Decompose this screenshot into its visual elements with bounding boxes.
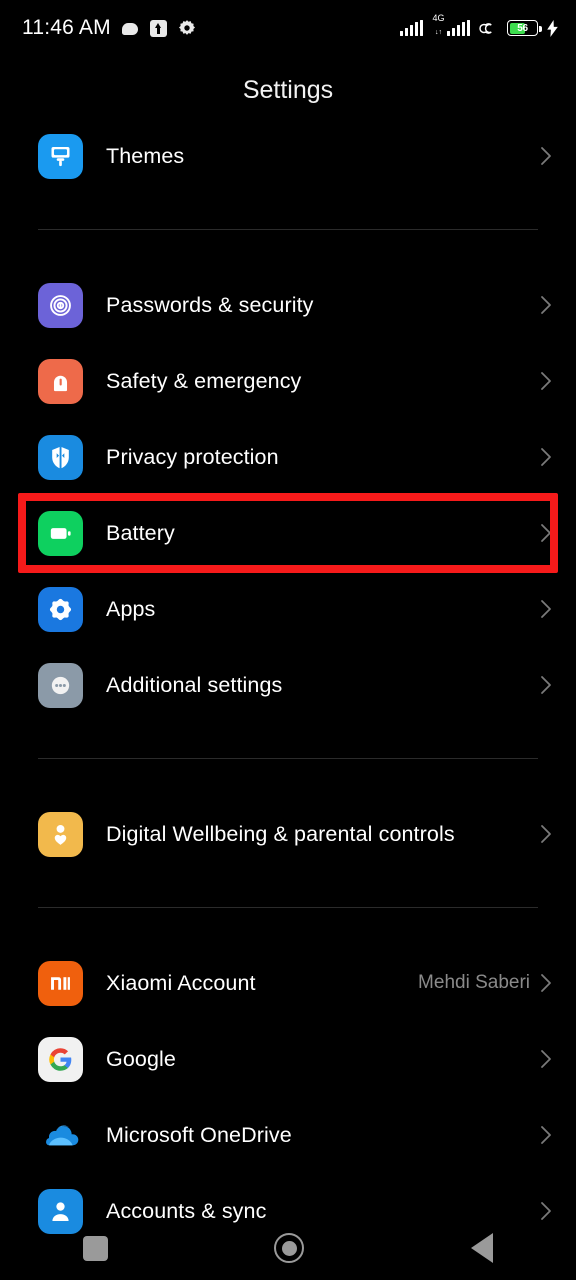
chevron-right-icon — [540, 1049, 552, 1069]
ellipsis-icon — [38, 662, 83, 708]
group-gap-top — [0, 194, 576, 229]
settings-list: Themes Passwords & security Safety & emerg… — [0, 118, 576, 1249]
signal-bars-icon — [399, 20, 424, 36]
settings-row-privacy-protection[interactable]: Privacy protection — [0, 419, 576, 495]
chevron-right-icon — [540, 973, 552, 993]
group-gap-bottom — [0, 908, 576, 945]
settings-row-label: Additional settings — [106, 672, 283, 697]
settings-row-passwords-security[interactable]: Passwords & security — [0, 267, 576, 343]
siren-icon — [38, 358, 83, 404]
group-gap-bottom — [0, 230, 576, 267]
network-type-label: 4G — [432, 13, 445, 23]
page-title: Settings — [242, 76, 334, 104]
status-bar: 11:46 AM 4G ↓↑ 56 — [0, 0, 576, 56]
upload-icon — [149, 19, 167, 37]
home-circle-icon[interactable] — [274, 1233, 305, 1263]
battery-percent-label: 56 — [517, 22, 528, 34]
settings-row-label: Passwords & security — [106, 292, 314, 317]
chevron-right-icon — [540, 146, 552, 166]
settings-row-microsoft-onedrive[interactable]: Microsoft OneDrive — [0, 1097, 576, 1173]
settings-row-label: Microsoft OneDrive — [106, 1122, 292, 1147]
settings-row-label: Safety & emergency — [106, 368, 302, 393]
network-arrows-label: ↓↑ — [434, 29, 442, 36]
cloud-blob-icon — [121, 21, 139, 36]
settings-row-apps[interactable]: Apps — [0, 571, 576, 647]
gear-icon — [178, 19, 196, 37]
settings-row-label: Apps — [106, 596, 156, 621]
shield-icon — [38, 434, 83, 480]
settings-row-xiaomi-account[interactable]: Xiaomi Account Mehdi Saberi — [0, 945, 576, 1021]
chevron-right-icon — [540, 447, 552, 467]
settings-row-google[interactable]: Google — [0, 1021, 576, 1097]
person-heart-icon — [38, 811, 83, 857]
settings-row-themes[interactable]: Themes — [0, 118, 576, 194]
chevron-right-icon — [540, 371, 552, 391]
chevron-right-icon — [540, 1125, 552, 1145]
settings-row-digital-wellbeing-parental-controls[interactable]: Digital Wellbeing & parental controls — [0, 796, 576, 872]
settings-row-value: Mehdi Saberi — [418, 972, 530, 993]
onedrive-cloud-icon — [38, 1113, 83, 1158]
battery-icon: 56 — [507, 20, 542, 36]
settings-row-label: Battery — [106, 520, 175, 545]
status-clock: 11:46 AM — [22, 16, 111, 39]
settings-row-battery[interactable]: Battery — [0, 495, 576, 571]
settings-row-label: Google — [106, 1046, 176, 1071]
status-bar-left: 11:46 AM — [22, 16, 196, 40]
settings-row-label: Themes — [106, 143, 185, 168]
group-gap-top — [0, 723, 576, 758]
group-gap-top — [0, 872, 576, 907]
back-triangle-icon[interactable] — [470, 1233, 493, 1263]
settings-row-safety-emergency[interactable]: Safety & emergency — [0, 343, 576, 419]
chevron-right-icon — [540, 675, 552, 695]
settings-row-label: Privacy protection — [106, 444, 279, 469]
google-g-icon — [38, 1036, 83, 1082]
network-4g-icon: 4G ↓↑ — [432, 14, 470, 36]
chevron-right-icon — [540, 295, 552, 315]
navigation-bar — [0, 1216, 576, 1280]
battery-settings-icon — [38, 510, 83, 556]
settings-row-label: Xiaomi Account — [106, 970, 256, 995]
signal-bars-icon-2 — [446, 20, 470, 36]
settings-row-label: Digital Wellbeing & parental controls — [106, 821, 455, 846]
fingerprint-icon — [38, 282, 83, 328]
swirl-icon — [479, 19, 498, 38]
chevron-right-icon — [540, 523, 552, 543]
recents-square-icon[interactable] — [83, 1235, 109, 1261]
chevron-right-icon — [540, 824, 552, 844]
charging-bolt-icon — [547, 19, 558, 37]
settings-screen: 11:46 AM 4G ↓↑ 56 Settings Themes Passwo… — [0, 0, 576, 1280]
status-bar-right: 4G ↓↑ 56 — [399, 14, 558, 38]
chevron-right-icon — [540, 599, 552, 619]
apps-gear-icon — [38, 586, 83, 632]
settings-row-additional-settings[interactable]: Additional settings — [0, 647, 576, 723]
themes-icon — [38, 133, 83, 179]
group-gap-bottom — [0, 759, 576, 796]
xiaomi-mi-icon — [38, 960, 83, 1006]
